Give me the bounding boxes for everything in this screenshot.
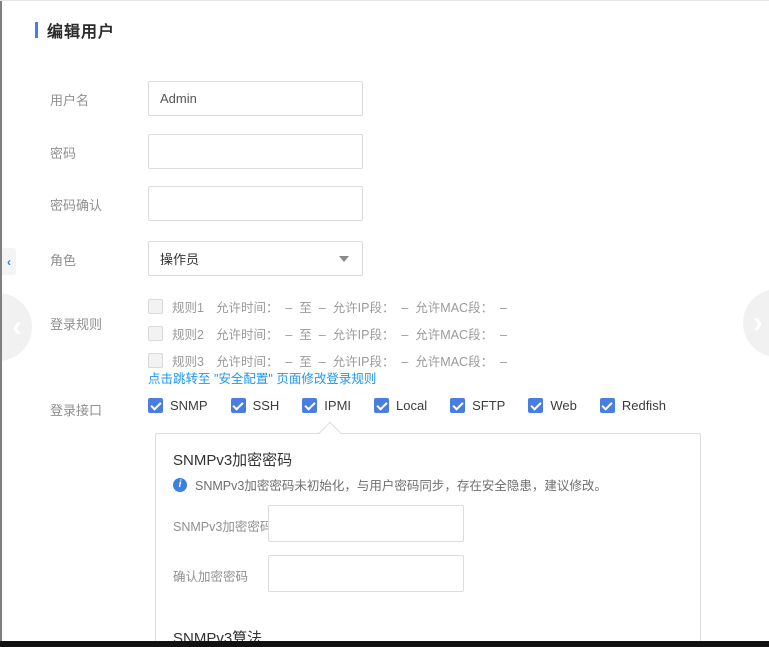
snmpv3-panel: SNMPv3加密密码 SNMPv3加密密码未初始化，与用户密码同步，存在安全隐患… <box>155 433 701 647</box>
interface-option-redfish: Redfish <box>600 398 666 413</box>
chevron-down-icon <box>339 256 349 262</box>
snmp-checkbox[interactable] <box>148 398 163 413</box>
security-config-link[interactable]: 点击跳转至 "安全配置" 页面修改登录规则 <box>148 368 376 387</box>
snmpv3-info-text: SNMPv3加密密码未初始化，与用户密码同步，存在安全隐患，建议修改。 <box>195 475 607 494</box>
rule-name: 规则2 <box>172 324 204 343</box>
role-select[interactable]: 操作员 <box>148 241 363 276</box>
login-rule-row: 规则3 允许时间： – 至 – 允许IP段： – 允许MAC段： – <box>148 350 507 370</box>
interface-option-local: Local <box>374 398 427 413</box>
login-rule-row: 规则1 允许时间： – 至 – 允许IP段： – 允许MAC段： – <box>148 296 507 316</box>
rule2-checkbox <box>148 326 163 341</box>
role-label: 角色 <box>50 250 76 269</box>
password-label: 密码 <box>50 143 76 162</box>
snmpv3-info-row: SNMPv3加密密码未初始化，与用户密码同步，存在安全隐患，建议修改。 <box>173 475 607 494</box>
web-checkbox[interactable] <box>528 398 543 413</box>
rule-detail: 允许时间： – 至 – 允许IP段： – 允许MAC段： – <box>216 351 507 370</box>
password-confirm-input[interactable] <box>148 186 363 221</box>
carousel-prev-button[interactable]: ‹ <box>0 293 32 361</box>
edit-user-page: 编辑用户 用户名 密码 密码确认 角色 操作员 登录规则 规则1 允许时间： –… <box>0 0 769 647</box>
login-rule-row: 规则2 允许时间： – 至 – 允许IP段： – 允许MAC段： – <box>148 323 507 343</box>
username-input[interactable] <box>148 81 363 116</box>
snmpv3-confirm-label: 确认加密密码 <box>173 566 248 585</box>
password-confirm-label: 密码确认 <box>50 195 102 214</box>
window-bottom-edge <box>0 641 769 647</box>
ssh-checkbox[interactable] <box>231 398 246 413</box>
window-left-edge <box>0 1 2 647</box>
login-interfaces-label: 登录接口 <box>50 400 102 419</box>
login-rules-label: 登录规则 <box>50 314 102 333</box>
interface-label: Redfish <box>622 398 666 413</box>
chevron-right-icon: › <box>753 308 763 338</box>
rule-detail: 允许时间： – 至 – 允许IP段： – 允许MAC段： – <box>216 297 507 316</box>
interface-label: Web <box>550 398 577 413</box>
local-checkbox[interactable] <box>374 398 389 413</box>
info-icon <box>173 478 187 492</box>
interface-label: IPMI <box>324 398 351 413</box>
interface-option-ssh: SSH <box>231 398 280 413</box>
password-input[interactable] <box>148 134 363 169</box>
interface-label: SSH <box>253 398 280 413</box>
sftp-checkbox[interactable] <box>450 398 465 413</box>
redfish-checkbox[interactable] <box>600 398 615 413</box>
rule3-checkbox <box>148 353 163 368</box>
interface-label: Local <box>396 398 427 413</box>
chevron-left-icon: ‹ <box>12 312 22 342</box>
interface-label: SNMP <box>170 398 208 413</box>
title-accent-bar <box>35 22 38 38</box>
panel-callout-notch <box>319 422 342 445</box>
interface-label: SFTP <box>472 398 505 413</box>
rule-name: 规则3 <box>172 351 204 370</box>
page-title-row: 编辑用户 <box>35 18 115 42</box>
rule1-checkbox <box>148 299 163 314</box>
carousel-next-button[interactable]: › <box>743 289 769 357</box>
role-selected-value: 操作员 <box>160 249 339 268</box>
rule-name: 规则1 <box>172 297 204 316</box>
login-interfaces-row: SNMP SSH IPMI Local SFTP Web Redfish <box>148 398 689 413</box>
page-title: 编辑用户 <box>47 18 115 42</box>
interface-option-ipmi: IPMI <box>302 398 351 413</box>
ipmi-checkbox[interactable] <box>302 398 317 413</box>
rule-detail: 允许时间： – 至 – 允许IP段： – 允许MAC段： – <box>216 324 507 343</box>
snmpv3-confirm-input[interactable] <box>268 555 464 592</box>
sidebar-collapse-button[interactable]: ‹ <box>2 248 16 275</box>
snmpv3-password-input[interactable] <box>268 505 464 542</box>
username-label: 用户名 <box>50 90 89 109</box>
interface-option-web: Web <box>528 398 577 413</box>
interface-option-snmp: SNMP <box>148 398 208 413</box>
snmpv3-password-label: SNMPv3加密密码 <box>173 516 272 535</box>
chevron-left-icon: ‹ <box>7 256 11 268</box>
snmpv3-panel-title: SNMPv3加密密码 <box>173 449 292 470</box>
interface-option-sftp: SFTP <box>450 398 505 413</box>
